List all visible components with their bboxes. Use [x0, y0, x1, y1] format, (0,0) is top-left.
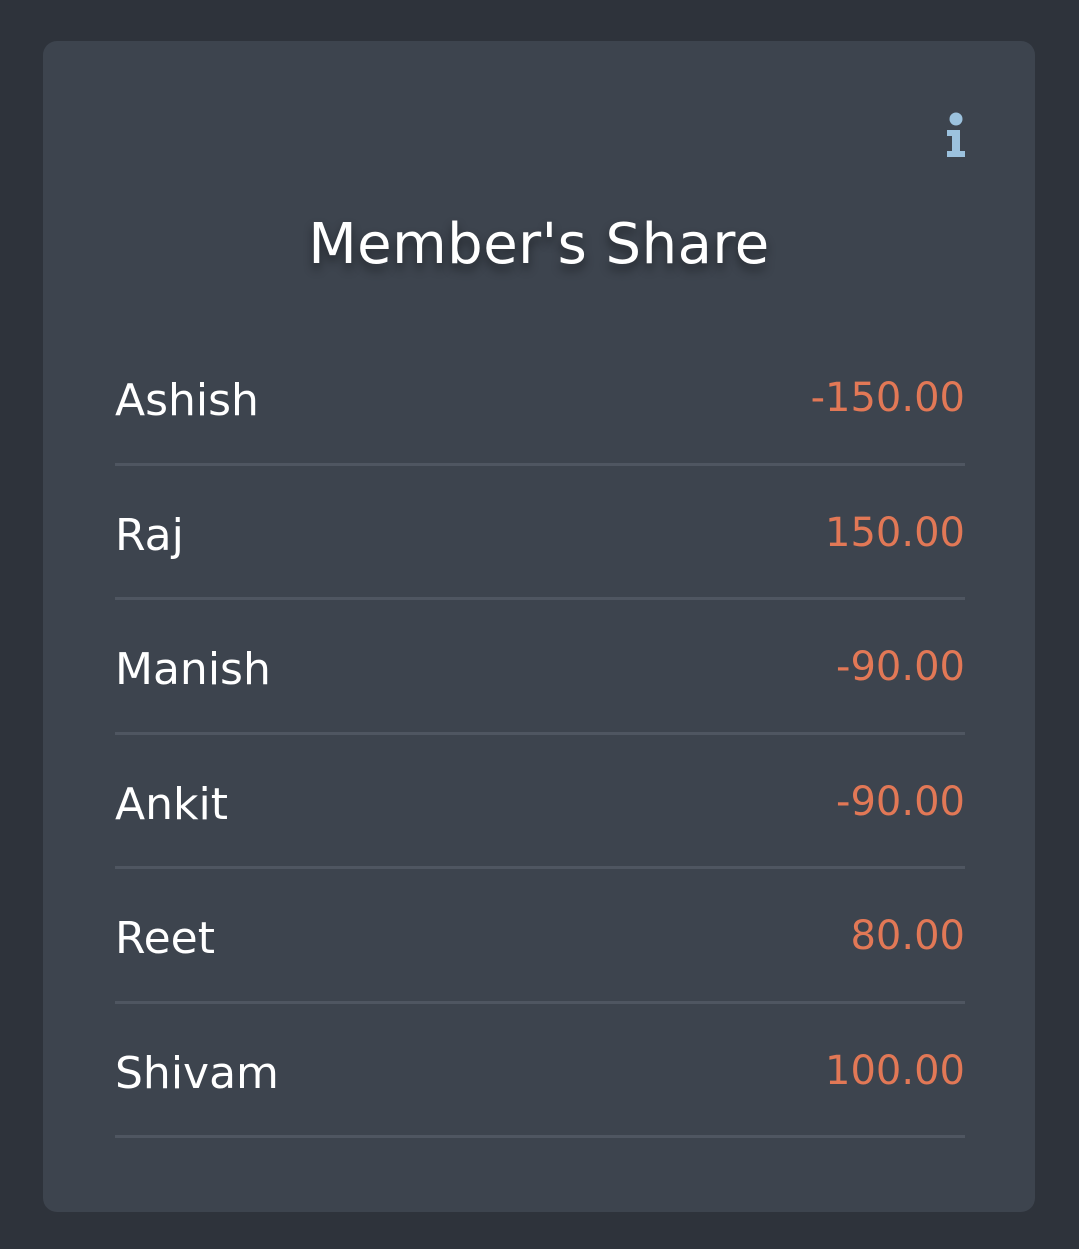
member-amount: -150.00 [810, 375, 965, 421]
member-name: Ashish [115, 375, 259, 426]
member-amount: -90.00 [836, 644, 965, 690]
info-button[interactable] [941, 111, 971, 161]
member-name: Manish [115, 644, 271, 695]
member-row: Shivam 100.00 [115, 1004, 965, 1138]
member-name: Ankit [115, 778, 228, 830]
member-amount: -90.00 [836, 778, 965, 825]
member-row: Manish -90.00 [115, 600, 965, 735]
member-row: Reet 80.00 [115, 869, 965, 1004]
member-amount: 80.00 [850, 913, 965, 959]
member-share-list: Ashish -150.00 Raj 150.00 Manish -90.00 … [115, 331, 965, 1138]
member-row: Raj 150.00 [115, 466, 965, 600]
member-name: Raj [115, 509, 184, 561]
info-icon [941, 111, 971, 161]
members-share-card: Member's Share Ashish -150.00 Raj 150.00… [43, 41, 1035, 1212]
member-row: Ashish -150.00 [115, 331, 965, 466]
card-title: Member's Share [308, 212, 770, 277]
member-name: Reet [115, 913, 215, 964]
member-row: Ankit -90.00 [115, 735, 965, 869]
member-amount: 100.00 [825, 1047, 965, 1094]
member-name: Shivam [115, 1047, 279, 1099]
member-amount: 150.00 [825, 509, 965, 556]
